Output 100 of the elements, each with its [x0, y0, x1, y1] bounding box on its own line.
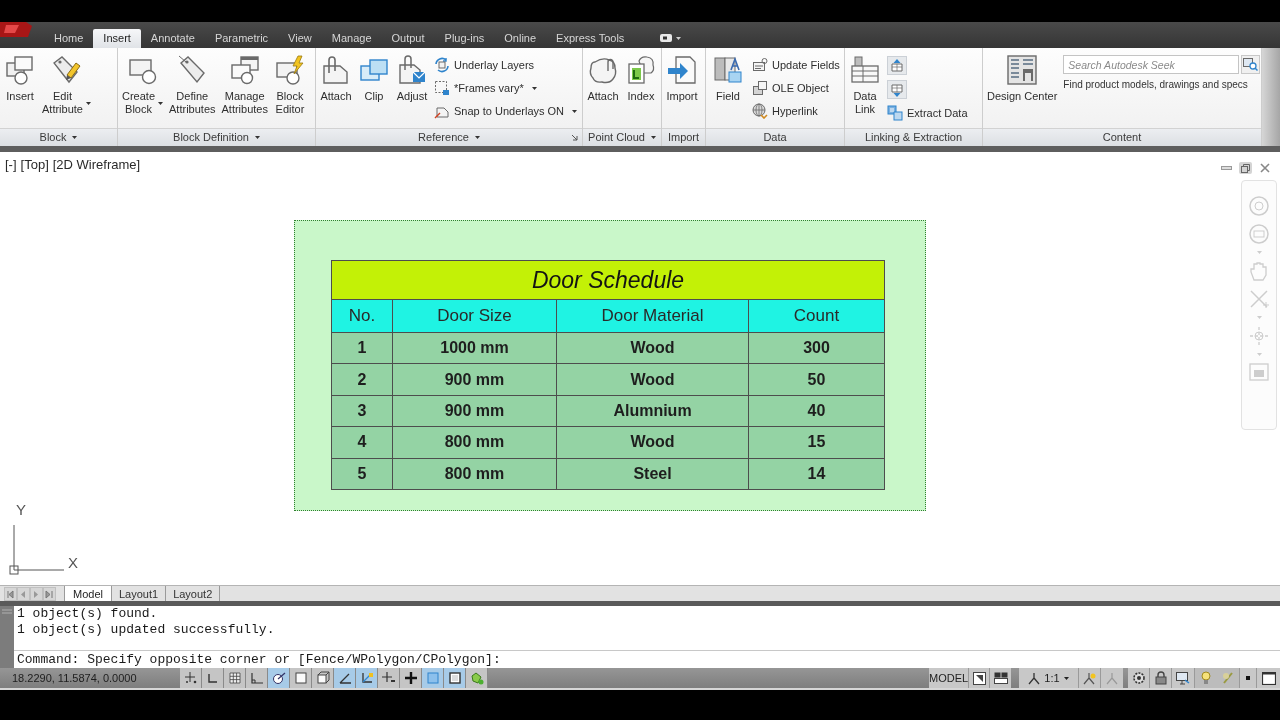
- caret-icon: [1256, 251, 1262, 254]
- viewport-control[interactable]: [Top]: [20, 157, 49, 172]
- viewport-control[interactable]: [2D Wireframe]: [52, 157, 141, 172]
- ribbon-tab[interactable]: Annotate: [140, 29, 205, 48]
- panel-title[interactable]: Reference: [316, 128, 582, 146]
- ribbon-small-button[interactable]: Underlay Layers: [434, 56, 535, 74]
- ribbon-tab[interactable]: Plug-ins: [434, 29, 495, 48]
- ribbon-button[interactable]: Define Attributes: [169, 48, 216, 116]
- status-menu-button[interactable]: [1240, 668, 1256, 688]
- hardware-acceleration-button[interactable]: [1172, 668, 1194, 688]
- status-toggle-button[interactable]: [356, 668, 378, 688]
- ribbon-button[interactable]: Insert: [4, 48, 36, 103]
- ribbon-button[interactable]: Adjust: [396, 48, 428, 103]
- panel-title[interactable]: Point Cloud: [583, 128, 661, 146]
- app-logo-icon: [0, 22, 32, 37]
- command-window-handle[interactable]: [0, 606, 14, 668]
- ribbon-button[interactable]: Create Block: [122, 48, 164, 116]
- ribbon-tab[interactable]: Manage: [321, 29, 382, 48]
- table-arrow-up-icon: [889, 57, 905, 74]
- panel-title[interactable]: Content: [983, 128, 1261, 146]
- close-button[interactable]: [1258, 162, 1271, 174]
- ribbon-tab[interactable]: Express Tools: [546, 29, 635, 48]
- quick-view-drawings-button[interactable]: [990, 668, 1011, 688]
- panel-title[interactable]: Linking & Extraction: [845, 128, 982, 146]
- ribbon-tab[interactable]: Insert: [93, 29, 141, 48]
- ribbon-button[interactable]: Index: [625, 48, 657, 103]
- cloud-document-icon: [625, 54, 657, 86]
- ribbon-tab[interactable]: Home: [44, 29, 94, 48]
- panel-title[interactable]: Data: [706, 128, 844, 146]
- table-cell: 900 mm: [392, 394, 556, 427]
- ribbon-display-button[interactable]: [660, 32, 682, 44]
- ribbon-button[interactable]: Edit Attribute: [42, 48, 91, 116]
- status-toggle-button[interactable]: [312, 668, 334, 688]
- tab-scroll-button[interactable]: [43, 587, 56, 601]
- ribbon-button[interactable]: Attach: [587, 48, 619, 103]
- status-toggle-button[interactable]: [224, 668, 246, 688]
- import-arrow-icon: [666, 54, 698, 86]
- status-toggle-button[interactable]: [290, 668, 312, 688]
- toolbar-lock-button[interactable]: [1150, 668, 1172, 688]
- caret-icon: [1256, 316, 1262, 319]
- status-toggle-button[interactable]: [400, 668, 422, 688]
- tab-scroll-button[interactable]: [17, 587, 30, 601]
- door-schedule-table[interactable]: Door Schedule No. Door Size Door Material Count 1 1000 mm Wood 300 2 900 mm Wood 50 3 900 mm Alumnium 40 4 800 mm Wood 15 5 800 mm Steel 14: [331, 260, 885, 490]
- layout-tab[interactable]: Model: [64, 586, 112, 601]
- ribbon-tab[interactable]: Output: [381, 29, 435, 48]
- ribbon-tab[interactable]: Online: [494, 29, 547, 48]
- clean-screen-button[interactable]: [1256, 668, 1280, 688]
- caret-icon: [676, 36, 682, 40]
- ribbon-button[interactable]: Import: [666, 48, 698, 103]
- status-toggle-button[interactable]: [444, 668, 466, 688]
- ribbon-button[interactable]: Field: [712, 48, 744, 103]
- ribbon-small-button[interactable]: Update Fields: [752, 56, 840, 74]
- panel-title[interactable]: Block Definition: [118, 128, 315, 146]
- search-field[interactable]: Search Autodesk Seek: [1063, 55, 1240, 74]
- tab-scroll-button[interactable]: [4, 587, 17, 601]
- orbit-icon: [1248, 325, 1270, 347]
- ribbon-tab[interactable]: View: [278, 29, 322, 48]
- ribbon-small-button[interactable]: Snap to Underlays ON: [434, 102, 578, 120]
- status-toggle-button[interactable]: [268, 668, 290, 688]
- ribbon-small-button[interactable]: OLE Object: [752, 79, 829, 97]
- panel-title[interactable]: Block: [0, 128, 117, 146]
- coordinates-readout[interactable]: 18.2290, 11.5874, 0.0000: [0, 668, 180, 688]
- ribbon-button[interactable]: Clip: [358, 48, 390, 103]
- viewport-control[interactable]: [-]: [5, 157, 17, 172]
- panel-launcher-button[interactable]: [570, 133, 579, 142]
- status-toggle-button[interactable]: [378, 668, 400, 688]
- status-toggle-button[interactable]: [180, 668, 202, 688]
- status-toggle-button[interactable]: [202, 668, 224, 688]
- panel-title[interactable]: Import: [662, 128, 705, 146]
- ribbon-icon-button[interactable]: [887, 80, 907, 99]
- annotation-visibility-button[interactable]: [1079, 668, 1101, 688]
- ribbon-button[interactable]: Block Editor: [273, 48, 306, 116]
- model-space-button[interactable]: MODEL: [929, 668, 969, 688]
- ribbon-button[interactable]: Manage Attributes: [221, 48, 268, 116]
- status-toggle-button[interactable]: [334, 668, 356, 688]
- ribbon-small-button[interactable]: Extract Data: [887, 104, 968, 122]
- tab-scroll-button[interactable]: [30, 587, 43, 601]
- ribbon-button[interactable]: Design Center: [987, 48, 1058, 103]
- block-lightning-icon: [273, 54, 306, 86]
- table-cell: 1000 mm: [392, 332, 556, 364]
- isolate-objects-button[interactable]: [1200, 671, 1211, 685]
- grid-icon: [227, 671, 242, 685]
- restore-button[interactable]: [1239, 162, 1252, 174]
- annotation-scale-button[interactable]: 1:1: [1019, 668, 1079, 688]
- ribbon-small-button[interactable]: Hyperlink: [752, 102, 818, 120]
- ribbon-button[interactable]: Data Link: [849, 48, 881, 116]
- status-toggle-button[interactable]: [466, 668, 488, 688]
- ribbon-tab[interactable]: Parametric: [204, 29, 279, 48]
- workspace-button[interactable]: [1128, 668, 1150, 688]
- caret-icon: [650, 136, 656, 139]
- status-toggle-button[interactable]: [422, 668, 444, 688]
- lock-icon: [1154, 671, 1167, 685]
- seek-search-button[interactable]: [1241, 55, 1261, 74]
- table-cell: Wood: [556, 332, 748, 364]
- quick-view-layouts-button[interactable]: [969, 668, 990, 688]
- ribbon-small-button[interactable]: *Frames vary*: [434, 79, 537, 97]
- drawing-canvas[interactable]: [-] [Top] [2D Wireframe] Door Schedule No. Door Size Door Material Count 1 1000 mm Wood 300 2 900 mm Wood 50 3 900 mm Alumnium 40 4 800 mm Wood 15 5 800 mm Steel 14 Y X: [0, 152, 1280, 585]
- ribbon-icon-button[interactable]: [887, 56, 907, 75]
- status-toggle-button[interactable]: [246, 668, 268, 688]
- ribbon-button[interactable]: Attach: [320, 48, 352, 103]
